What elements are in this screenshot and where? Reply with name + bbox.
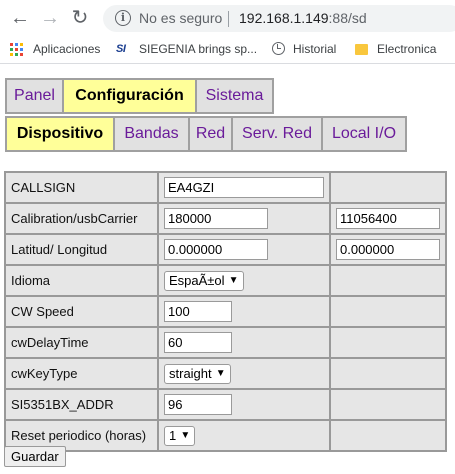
idioma-label: Idioma bbox=[4, 264, 159, 297]
dropdown-arrow-icon: ▼ bbox=[180, 429, 191, 441]
table-row: Idioma EspaÃ±ol ▼ bbox=[4, 264, 447, 297]
url-separator bbox=[228, 11, 229, 27]
siegenia-logo-icon: SI bbox=[116, 43, 126, 55]
idioma-select[interactable]: EspaÃ±ol ▼ bbox=[164, 270, 244, 291]
tab-bandas[interactable]: Bandas bbox=[113, 116, 190, 152]
tab-configuracion[interactable]: Configuración bbox=[62, 78, 197, 114]
cw-speed-input[interactable]: 100 bbox=[164, 301, 232, 322]
security-warning[interactable]: No es seguro bbox=[139, 10, 222, 26]
cw-key-type-select[interactable]: straight ▼ bbox=[164, 363, 231, 384]
bookmark-history[interactable]: Historial bbox=[293, 42, 336, 56]
cw-key-type-label: cwKeyType bbox=[4, 357, 159, 390]
browser-toolbar: ← → ↻ i No es seguro 192.168.1.149:88/sd bbox=[0, 0, 455, 35]
history-icon bbox=[272, 42, 285, 55]
bookmarks-bar: Aplicaciones SI SIEGENIA brings sp... Hi… bbox=[0, 35, 455, 64]
dropdown-arrow-icon: ▼ bbox=[215, 367, 226, 379]
bookmark-electronica[interactable]: Electronica bbox=[377, 42, 436, 56]
tab-serv-red[interactable]: Serv. Red bbox=[231, 116, 323, 152]
device-settings-table: CALLSIGN EA4GZI Calibration/usbCarrier 1… bbox=[4, 171, 447, 452]
apps-grid-icon[interactable] bbox=[10, 43, 24, 57]
guardar-button[interactable]: Guardar bbox=[4, 446, 66, 467]
table-row: Latitud/ Longitud 0.000000 0.000000 bbox=[4, 233, 447, 266]
reload-icon[interactable]: ↻ bbox=[68, 6, 92, 30]
cw-speed-label: CW Speed bbox=[4, 295, 159, 328]
usb-carrier-input[interactable]: 11056400 bbox=[336, 208, 440, 229]
lat-lon-label[interactable]: Latitud/ Longitud bbox=[4, 233, 159, 266]
url-text[interactable]: 192.168.1.149:88/sd bbox=[239, 10, 367, 26]
url-path: :88/sd bbox=[328, 10, 367, 26]
dropdown-arrow-icon: ▼ bbox=[228, 274, 239, 286]
table-row: cwKeyType straight ▼ bbox=[4, 357, 447, 390]
address-bar[interactable]: i No es seguro 192.168.1.149:88/sd bbox=[103, 5, 455, 32]
cw-delay-time-label: cwDelayTime bbox=[4, 326, 159, 359]
table-row: CALLSIGN EA4GZI bbox=[4, 171, 447, 204]
tab-sistema[interactable]: Sistema bbox=[195, 78, 274, 114]
table-row: Reset periodico (horas) 1 ▼ bbox=[4, 419, 447, 452]
calibration-input[interactable]: 180000 bbox=[164, 208, 268, 229]
longitude-input[interactable]: 0.000000 bbox=[336, 239, 440, 260]
tab-dispositivo[interactable]: Dispositivo bbox=[5, 116, 115, 152]
url-host: 192.168.1.149 bbox=[239, 10, 329, 26]
reset-periodico-value: 1 bbox=[169, 427, 177, 443]
table-row: Calibration/usbCarrier 180000 11056400 bbox=[4, 202, 447, 235]
si5351-addr-input[interactable]: 96 bbox=[164, 394, 232, 415]
tab-local-io[interactable]: Local I/O bbox=[321, 116, 407, 152]
bookmark-apps[interactable]: Aplicaciones bbox=[33, 42, 100, 56]
calibration-label: Calibration/usbCarrier bbox=[4, 202, 159, 235]
bookmark-siegenia[interactable]: SIEGENIA brings sp... bbox=[139, 42, 257, 56]
idioma-value: EspaÃ±ol bbox=[169, 272, 225, 288]
table-row: SI5351BX_ADDR 96 bbox=[4, 388, 447, 421]
table-row: CW Speed 100 bbox=[4, 295, 447, 328]
callsign-label: CALLSIGN bbox=[4, 171, 159, 204]
forward-arrow-icon[interactable]: → bbox=[38, 6, 62, 30]
table-row: cwDelayTime 60 bbox=[4, 326, 447, 359]
tab-red[interactable]: Red bbox=[188, 116, 233, 152]
si5351-addr-label: SI5351BX_ADDR bbox=[4, 388, 159, 421]
callsign-input[interactable]: EA4GZI bbox=[164, 177, 324, 198]
reset-periodico-select[interactable]: 1 ▼ bbox=[164, 425, 196, 446]
folder-icon bbox=[355, 44, 368, 55]
info-icon[interactable]: i bbox=[115, 10, 131, 26]
tab-panel[interactable]: Panel bbox=[5, 78, 64, 114]
cw-delay-time-input[interactable]: 60 bbox=[164, 332, 232, 353]
cw-key-type-value: straight bbox=[169, 365, 212, 381]
back-arrow-icon[interactable]: ← bbox=[8, 6, 32, 30]
latitude-input[interactable]: 0.000000 bbox=[164, 239, 268, 260]
